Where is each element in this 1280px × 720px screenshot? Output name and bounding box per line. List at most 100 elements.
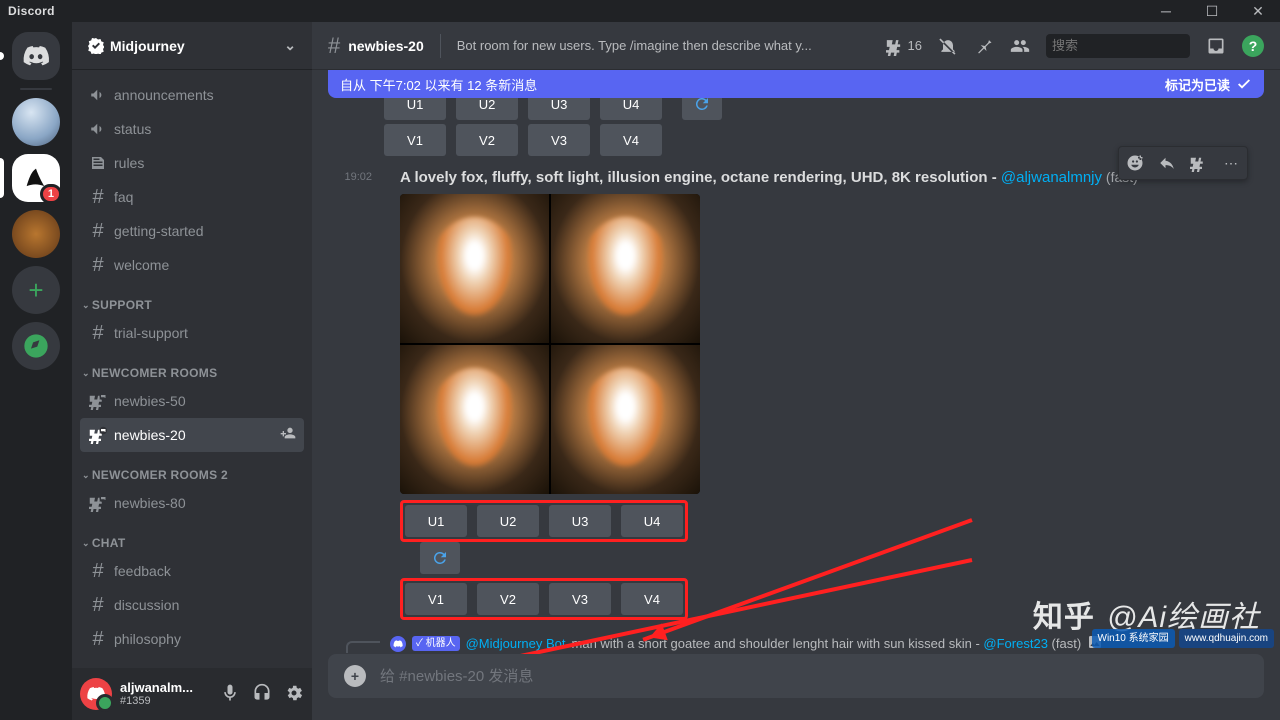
channel-item[interactable]: status: [80, 112, 304, 146]
channel-item[interactable]: #faq: [80, 180, 304, 214]
mj-button-u4[interactable]: U4: [600, 98, 662, 120]
user-mention[interactable]: @aljwanalmnjy: [1001, 169, 1102, 186]
message-input-area: +: [312, 654, 1280, 720]
message: ⋯ 19:02 A lovely fox, fluffy, soft light…: [328, 160, 1264, 626]
chevron-down-icon: ⌄: [284, 37, 296, 54]
deafen-button[interactable]: [252, 683, 272, 706]
explore-button[interactable]: [12, 322, 60, 370]
inbox-icon: [1206, 36, 1226, 56]
message: Midjourney Bot ✓ 机器人 今天19:02 man with a …: [328, 653, 1264, 654]
mj-button-u1[interactable]: U1: [405, 505, 467, 537]
inbox-button[interactable]: [1206, 36, 1226, 56]
hash-icon: #: [88, 594, 108, 617]
reroll-button[interactable]: [682, 98, 722, 120]
mute-mic-button[interactable]: [220, 683, 240, 706]
close-button[interactable]: ✕: [1244, 3, 1272, 20]
channel-item[interactable]: newbies-50: [80, 384, 304, 418]
reply-button[interactable]: [1151, 147, 1183, 179]
add-reaction-button[interactable]: [1119, 147, 1151, 179]
message-input-box[interactable]: +: [328, 654, 1264, 698]
home-button[interactable]: [12, 32, 60, 80]
chat-main: # newbies-20 Bot room for new users. Typ…: [312, 22, 1280, 720]
user-info[interactable]: aljwanalm... #1359: [120, 680, 212, 709]
mj-button-v4[interactable]: V4: [621, 583, 683, 615]
channel-item[interactable]: rules: [80, 146, 304, 180]
channel-topic[interactable]: Bot room for new users. Type /imagine th…: [457, 38, 878, 53]
guild-rail: 1 +: [0, 22, 72, 720]
mj-button-v2[interactable]: V2: [456, 124, 518, 156]
channel-list[interactable]: announcementsstatusrules#faq#getting-sta…: [72, 70, 312, 668]
thread-count: 16: [908, 38, 922, 53]
server-header[interactable]: Midjourney ⌄: [72, 22, 312, 70]
mj-button-v4[interactable]: V4: [600, 124, 662, 156]
mute-channel-button[interactable]: [938, 36, 958, 56]
user-avatar[interactable]: [80, 678, 112, 710]
guild-item[interactable]: [12, 98, 60, 146]
mj-button-u3[interactable]: U3: [549, 505, 611, 537]
add-server-button[interactable]: +: [12, 266, 60, 314]
mj-button-u1[interactable]: U1: [384, 98, 446, 120]
mj-button-v1[interactable]: V1: [405, 583, 467, 615]
reroll-button[interactable]: [420, 542, 460, 574]
minimize-button[interactable]: ─: [1152, 3, 1180, 20]
channel-item[interactable]: #trial-support: [80, 316, 304, 350]
message-input[interactable]: [380, 668, 1248, 685]
message-timestamp: 19:02: [328, 168, 384, 624]
search-input[interactable]: [1052, 38, 1228, 53]
hash-icon: #: [88, 186, 108, 209]
settings-button[interactable]: [284, 683, 304, 706]
mj-button-u2[interactable]: U2: [456, 98, 518, 120]
category-header[interactable]: ⌄ SUPPORT: [80, 282, 312, 316]
threads-icon: [886, 36, 906, 56]
mj-button-v2[interactable]: V2: [477, 583, 539, 615]
invite-icon[interactable]: [280, 425, 296, 446]
compass-icon: [22, 332, 50, 360]
hash-icon: #: [88, 628, 108, 651]
chat-header: # newbies-20 Bot room for new users. Typ…: [312, 22, 1280, 70]
threads-button[interactable]: 16: [886, 36, 922, 56]
category-header[interactable]: ⌄ CHAT: [80, 520, 312, 554]
mj-button-v3[interactable]: V3: [528, 124, 590, 156]
channel-item[interactable]: #discussion: [80, 588, 304, 622]
guild-item-active[interactable]: 1: [12, 154, 60, 202]
mj-button-v1[interactable]: V1: [384, 124, 446, 156]
channel-item[interactable]: #welcome: [80, 248, 304, 282]
channel-item[interactable]: newbies-20: [80, 418, 304, 452]
channel-item[interactable]: #feedback: [80, 554, 304, 588]
maximize-button[interactable]: ☐: [1198, 3, 1226, 20]
hash-msg-icon: [88, 426, 108, 444]
mj-button-u2[interactable]: U2: [477, 505, 539, 537]
image-tile: [400, 345, 549, 494]
generated-image-grid[interactable]: [400, 194, 700, 494]
mark-read-icon: [1236, 76, 1252, 92]
hash-msg-icon: [88, 392, 108, 410]
members-button[interactable]: [1010, 36, 1030, 56]
channel-item[interactable]: #getting-started: [80, 214, 304, 248]
hash-icon: #: [88, 560, 108, 583]
reply-reference[interactable]: ✓ 机器人 @Midjourney Bot man with a short g…: [384, 626, 1264, 653]
new-messages-bar[interactable]: 自从 下午7:02 以来有 12 条新消息 标记为已读: [328, 70, 1264, 98]
channel-item[interactable]: #philosophy: [80, 622, 304, 656]
mj-button-v3[interactable]: V3: [549, 583, 611, 615]
button-row-upscale: U1 U2 U3 U4: [384, 98, 1264, 120]
mark-read-button[interactable]: 标记为已读: [1165, 75, 1252, 94]
channel-item[interactable]: announcements: [80, 78, 304, 112]
search-box[interactable]: [1046, 34, 1190, 58]
more-button[interactable]: ⋯: [1215, 147, 1247, 179]
help-button[interactable]: ?: [1242, 35, 1264, 57]
thread-button[interactable]: [1183, 147, 1215, 179]
category-header[interactable]: ⌄ NEWCOMER ROOMS: [80, 350, 312, 384]
message-list[interactable]: U1 U2 U3 U4 V1 V2 V3 V4 ⋯ 19:02 A lovely fox, …: [312, 98, 1280, 654]
image-icon: [1087, 634, 1103, 653]
reply-icon: [1158, 154, 1176, 172]
attach-button[interactable]: +: [344, 665, 366, 687]
pinned-button[interactable]: [974, 36, 994, 56]
reply-spine: [346, 641, 380, 653]
hash-msg-icon: [88, 494, 108, 512]
discord-logo-icon: [22, 42, 50, 70]
mj-button-u4[interactable]: U4: [621, 505, 683, 537]
channel-item[interactable]: newbies-80: [80, 486, 304, 520]
category-header[interactable]: ⌄ NEWCOMER ROOMS 2: [80, 452, 312, 486]
mj-button-u3[interactable]: U3: [528, 98, 590, 120]
guild-item[interactable]: [12, 210, 60, 258]
